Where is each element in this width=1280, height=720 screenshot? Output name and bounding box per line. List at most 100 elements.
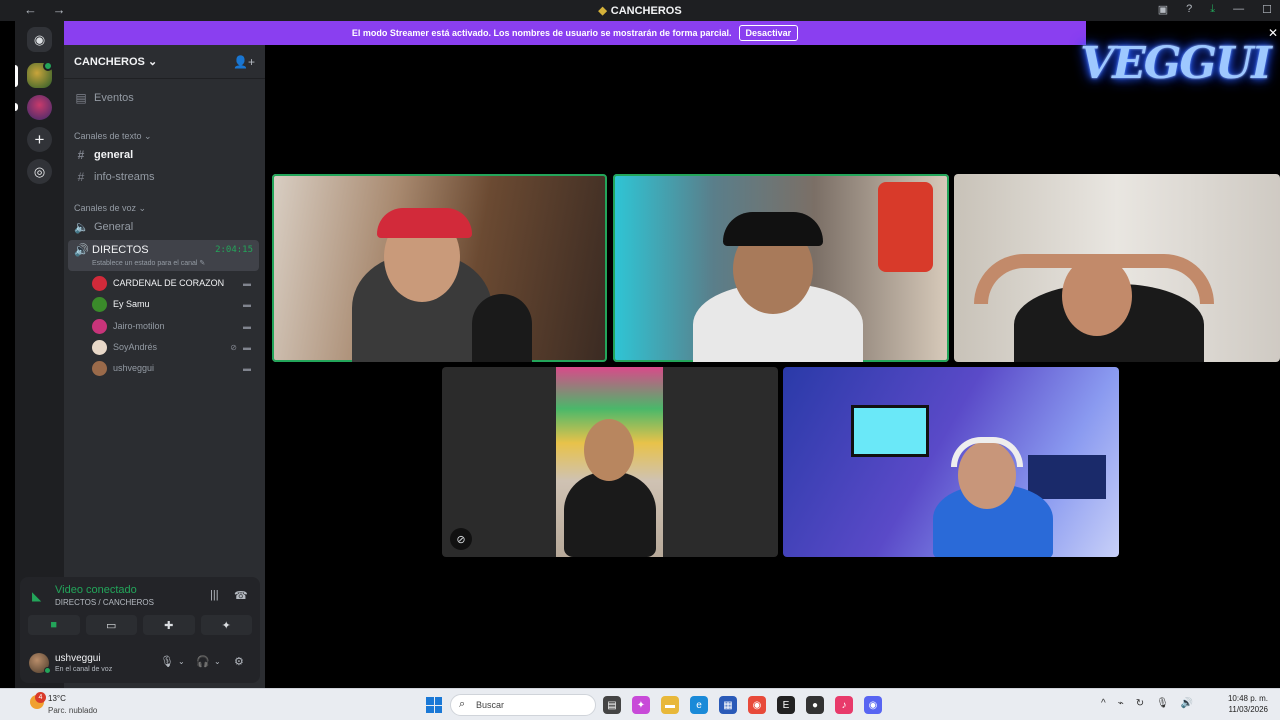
disable-streamer-button[interactable]: Desactivar [738,25,799,41]
inbox-icon[interactable]: ▣ [1158,3,1168,16]
soundboard-button[interactable]: ✦ [200,615,252,635]
network-icon[interactable]: ⌁ [1118,698,1124,709]
voice-member[interactable]: CARDENAL DE CORAZON ▬ [92,273,255,293]
signal-icon[interactable]: ◣ [32,589,41,603]
window-title: ◆ CANCHEROS [0,4,1280,17]
server-2-icon[interactable] [27,95,52,120]
chevron-up-icon[interactable]: ^ [1101,698,1106,709]
participant-head [584,419,634,481]
channel-info-streams[interactable]: # info-streams [68,166,261,187]
date: 11/03/2026 [1228,705,1268,714]
download-icon[interactable]: ⤓ [1210,3,1215,16]
sync-icon[interactable]: ↻ [1136,698,1144,709]
voice-member[interactable]: ushveggui ▬ [92,358,255,378]
microphone-icon[interactable]: 🎙 [160,655,174,668]
avatar [92,360,107,376]
speaker-icon: 🔈 [74,219,89,234]
voice-member[interactable]: Jairo-motilon ▬ [92,316,255,336]
taskbar-search[interactable]: ⌕ Buscar [450,694,596,716]
events-item[interactable]: ▤ Eventos [68,87,261,108]
cap [377,208,472,238]
channel-general[interactable]: # general [68,144,261,165]
tv-screen [851,405,929,457]
chevron-down-icon[interactable]: ⌄ [178,657,185,666]
activities-button[interactable]: ✚ [143,615,195,635]
file-explorer-icon[interactable]: ▤ [603,696,621,714]
user-area: ushveggui En el canal de voz 🎙 ⌄ 🎧 ⌄ ⚙ [28,651,252,679]
noise-suppression-icon[interactable]: ||| [210,589,219,601]
hash-icon: # [77,147,85,162]
voice-channel-directos[interactable]: 🔊 DIRECTOS 2:04:15 Establece un estado p… [68,240,259,271]
server-live-badge [43,61,53,71]
headphones-icon[interactable]: 🎧 [196,655,210,668]
camera-button[interactable]: ■ [28,615,80,635]
minimize-icon[interactable]: — [1233,3,1244,16]
search-placeholder: Buscar [476,700,505,710]
discord-home-icon[interactable]: ◉ [27,27,52,52]
online-status-icon [44,667,51,674]
search-icon: ⌕ [459,698,466,710]
voice-timer: 2:04:15 [215,245,253,255]
text-category[interactable]: Canales de texto ⌄ [74,131,152,142]
avatar [92,318,107,334]
posters [1028,455,1106,499]
server-header[interactable]: CANCHEROS ⌄ 👤+ [64,45,265,79]
maximize-icon[interactable]: ☐ [1262,3,1272,16]
voice-category[interactable]: Canales de voz ⌄ [74,203,146,214]
muted-mic-icon[interactable]: ⊘ [450,528,472,550]
obs-icon[interactable]: ● [806,696,824,714]
user-status: En el canal de voz [55,666,113,673]
banner-text: El modo Streamer está activado. Los nomb… [351,28,732,38]
voice-status-subtitle[interactable]: DIRECTOS / CANCHEROS [55,598,154,607]
voice-channel-general[interactable]: 🔈 General [68,216,261,237]
taskbar-apps: ▤ ✦ ▬ e ▦ ◉ E ● ♪ ◉ [603,696,882,714]
chrome-icon[interactable]: ◉ [748,696,766,714]
clock[interactable]: 10:48 p. m. 11/03/2026 [1224,693,1268,715]
discord-app-icon[interactable]: ◉ [864,696,882,714]
mario-poster [878,182,933,272]
camera-icon: ▬ [243,342,251,352]
microphone-icon[interactable]: 🎙 [1156,698,1169,709]
username[interactable]: ushveggui [55,653,101,664]
explore-servers-icon[interactable]: ◎ [27,159,52,184]
system-tray: ^ ⌁ ↻ 🎙 🔊 [1101,698,1193,709]
help-icon[interactable]: ? [1186,3,1192,16]
channel-status[interactable]: Establece un estado para el canal ✎ [92,259,205,267]
invite-icon[interactable]: 👤+ [233,55,255,69]
cap [723,212,823,246]
unread-pill [15,103,18,111]
temperature: 13°C [48,694,66,703]
participant-body [564,472,656,557]
gear-icon[interactable]: ⚙ [234,655,244,668]
video-tile[interactable] [613,174,949,362]
hash-icon: # [77,169,85,184]
chevron-down-icon[interactable]: ⌄ [214,657,221,666]
screen-share-button[interactable]: ▭ [85,615,137,635]
volume-icon[interactable]: 🔊 [1181,698,1193,709]
epic-games-icon[interactable]: E [777,696,795,714]
calendar-icon: ▤ [75,90,87,105]
camera-feed [556,367,663,557]
start-button[interactable] [426,697,442,713]
edge-icon[interactable]: e [690,696,708,714]
camera-icon: ▬ [243,321,251,331]
title-bar: ← → ◆ CANCHEROS ▣ ? ⤓ — ☐ [0,0,1280,21]
video-tile[interactable] [272,174,607,362]
add-server-icon[interactable]: + [27,127,52,152]
avatar [92,275,107,291]
disconnect-icon[interactable]: ☎ [234,589,248,602]
voice-member[interactable]: SoyAndrés ⊘ ▬ [92,337,255,357]
streamer-mode-banner: El modo Streamer está activado. Los nomb… [64,21,1086,45]
copilot-icon[interactable]: ✦ [632,696,650,714]
camera-icon: ▬ [243,299,251,309]
video-tile[interactable] [783,367,1119,557]
tiktok-icon[interactable]: ♪ [835,696,853,714]
video-tile[interactable] [954,174,1280,362]
arms [974,254,1214,304]
store-icon[interactable]: ▦ [719,696,737,714]
video-tile[interactable]: ⊘ [442,367,778,557]
folder-icon[interactable]: ▬ [661,696,679,714]
voice-member[interactable]: Ey Samu ▬ [92,294,255,314]
voice-status-title: Video conectado [55,584,137,596]
microphone [472,294,532,362]
